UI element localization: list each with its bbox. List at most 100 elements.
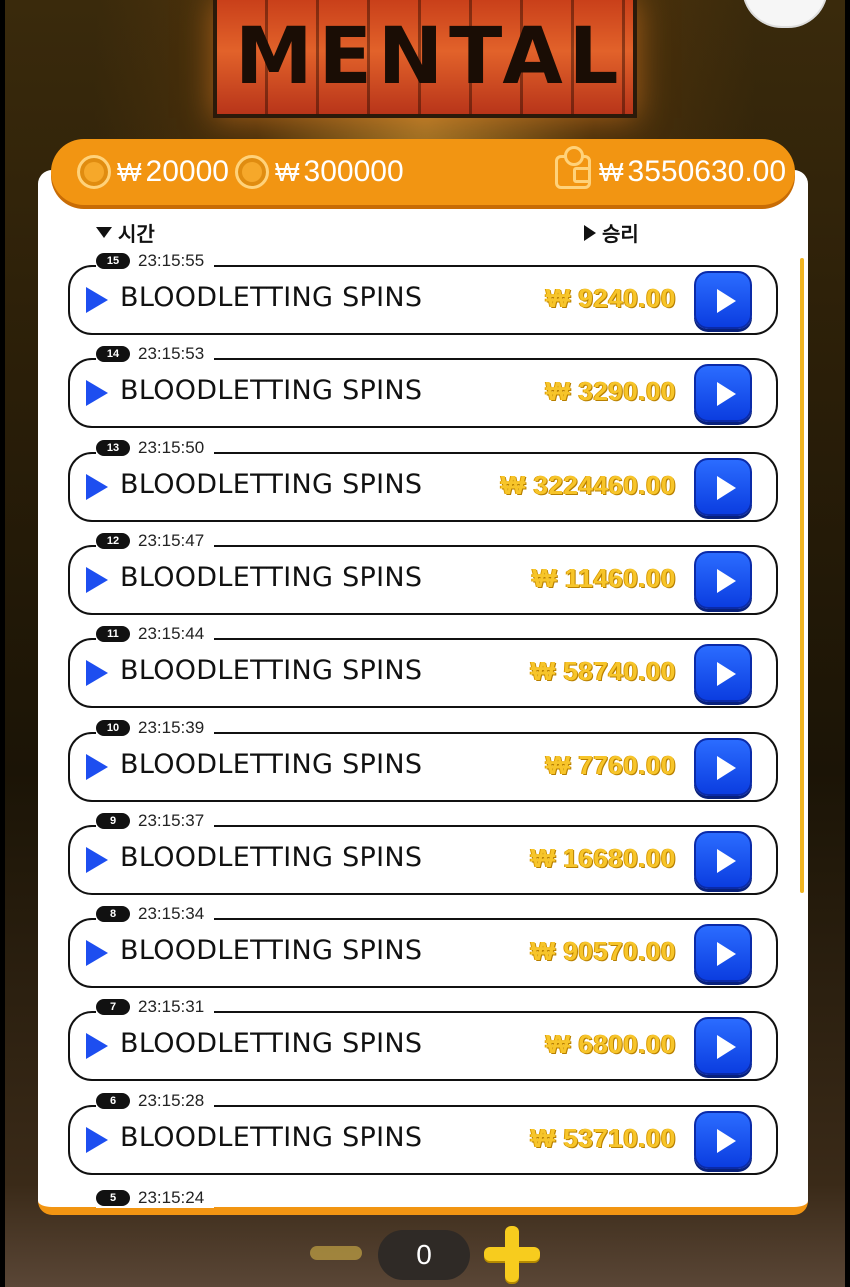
- spin-title: BLOODLETTING SPINS: [120, 562, 423, 593]
- coin-icon: [235, 155, 269, 189]
- wallet-icon: [555, 146, 591, 189]
- win-amount: ₩ 90570.00: [530, 936, 676, 966]
- play-triangle-icon: [86, 567, 108, 593]
- play-triangle-icon: [86, 474, 108, 500]
- history-row[interactable]: 8 23:15:34 BLOODLETTING SPINS ₩ 90570.00: [68, 904, 778, 988]
- row-meta: 12 23:15:47: [96, 531, 215, 551]
- spin-title: BLOODLETTING SPINS: [120, 469, 423, 500]
- right-border: [845, 0, 850, 1287]
- spin-time: 23:15:31: [138, 997, 205, 1016]
- replay-button[interactable]: [694, 364, 752, 422]
- increase-button[interactable]: [484, 1226, 540, 1282]
- play-triangle-icon: [86, 1127, 108, 1153]
- sort-down-icon: [96, 227, 112, 238]
- row-meta: 8 23:15:34: [96, 904, 215, 924]
- win-amount: ₩ 11460.00: [532, 563, 676, 593]
- spin-number-badge: 11: [96, 626, 130, 642]
- row-meta: 13 23:15:50: [96, 438, 215, 458]
- spin-number-badge: 9: [96, 813, 130, 829]
- spin-number-badge: 14: [96, 346, 130, 362]
- win-column-label: 승리: [602, 224, 639, 246]
- replay-button[interactable]: [694, 1017, 752, 1075]
- play-triangle-icon: [86, 940, 108, 966]
- spin-title: BLOODLETTING SPINS: [120, 935, 423, 966]
- history-row[interactable]: 10 23:15:39 BLOODLETTING SPINS ₩ 7760.00: [68, 718, 778, 802]
- scrollbar[interactable]: [800, 258, 804, 893]
- spin-title: BLOODLETTING SPINS: [120, 842, 423, 873]
- decrease-button[interactable]: [310, 1246, 362, 1260]
- spin-title: BLOODLETTING SPINS: [120, 375, 423, 406]
- spin-time: 23:15:34: [138, 904, 205, 923]
- coin-balance-1: ₩ 20000: [77, 139, 229, 205]
- history-row[interactable]: 14 23:15:53 BLOODLETTING SPINS ₩ 3290.00: [68, 344, 778, 428]
- replay-button[interactable]: [694, 644, 752, 702]
- history-row[interactable]: 15 23:15:55 BLOODLETTING SPINS ₩ 9240.00: [68, 251, 778, 335]
- spin-title: BLOODLETTING SPINS: [120, 749, 423, 780]
- time-column-header[interactable]: 시간: [96, 218, 155, 247]
- logo-text: MENTAL: [235, 12, 625, 102]
- win-amount: ₩ 58740.00: [530, 656, 676, 686]
- win-amount: ₩ 3290.00: [545, 376, 676, 406]
- play-triangle-icon: [86, 1033, 108, 1059]
- win-amount: ₩ 3224460.00: [500, 470, 676, 500]
- spin-number-badge: 13: [96, 440, 130, 456]
- coin-icon: [77, 155, 111, 189]
- game-logo: MENTAL: [213, 0, 637, 118]
- spin-time: 23:15:47: [138, 531, 205, 550]
- replay-button[interactable]: [694, 1111, 752, 1169]
- win-amount: ₩ 16680.00: [530, 843, 676, 873]
- history-row[interactable]: 6 23:15:28 BLOODLETTING SPINS ₩ 53710.00: [68, 1091, 778, 1175]
- replay-button[interactable]: [694, 551, 752, 609]
- win-amount: ₩ 6800.00: [545, 1029, 676, 1059]
- spin-number-badge: 8: [96, 906, 130, 922]
- currency-symbol: ₩: [117, 156, 142, 187]
- history-row[interactable]: 7 23:15:31 BLOODLETTING SPINS ₩ 6800.00: [68, 997, 778, 1081]
- coin-balance-2: ₩ 300000: [235, 139, 404, 205]
- spin-time: 23:15:53: [138, 344, 205, 363]
- win-amount: ₩ 7760.00: [545, 750, 676, 780]
- row-meta: 14 23:15:53: [96, 344, 215, 364]
- row-meta: 11 23:15:44: [96, 624, 215, 644]
- spin-number-badge: 5: [96, 1190, 130, 1206]
- spin-time: 23:15:28: [138, 1091, 205, 1110]
- row-meta: 5 23:15:24: [96, 1188, 215, 1208]
- play-triangle-icon: [86, 287, 108, 313]
- spin-time: 23:15:24: [138, 1188, 205, 1207]
- win-amount: ₩ 9240.00: [545, 283, 676, 313]
- play-triangle-icon: [86, 660, 108, 686]
- play-triangle-icon: [86, 847, 108, 873]
- history-row[interactable]: 12 23:15:47 BLOODLETTING SPINS ₩ 11460.0…: [68, 531, 778, 615]
- spin-time: 23:15:50: [138, 438, 205, 457]
- spin-time: 23:15:55: [138, 251, 205, 270]
- bet-counter: 0: [378, 1230, 470, 1280]
- win-column-header[interactable]: 승리: [584, 218, 639, 247]
- replay-button[interactable]: [694, 924, 752, 982]
- play-triangle-icon: [86, 754, 108, 780]
- spin-time: 23:15:44: [138, 624, 205, 643]
- replay-button[interactable]: [694, 271, 752, 329]
- row-meta: 9 23:15:37: [96, 811, 215, 831]
- row-meta: 6 23:15:28: [96, 1091, 215, 1111]
- history-row[interactable]: 11 23:15:44 BLOODLETTING SPINS ₩ 58740.0…: [68, 624, 778, 708]
- spin-title: BLOODLETTING SPINS: [120, 1028, 423, 1059]
- history-row[interactable]: 9 23:15:37 BLOODLETTING SPINS ₩ 16680.00: [68, 811, 778, 895]
- replay-button[interactable]: [694, 738, 752, 796]
- sort-right-icon: [584, 224, 596, 241]
- replay-button[interactable]: [694, 831, 752, 889]
- spin-title: BLOODLETTING SPINS: [120, 282, 423, 313]
- spin-title: BLOODLETTING SPINS: [120, 1122, 423, 1153]
- coin-balance-1-value: 20000: [145, 155, 229, 188]
- coin-balance-2-value: 300000: [303, 155, 404, 188]
- spin-title: BLOODLETTING SPINS: [120, 655, 423, 686]
- replay-button[interactable]: [694, 458, 752, 516]
- history-row[interactable]: 13 23:15:50 BLOODLETTING SPINS ₩ 3224460…: [68, 438, 778, 522]
- balance-bar: ₩ 20000 ₩ 300000 ₩ 3550630.00: [51, 139, 795, 205]
- time-column-label: 시간: [118, 224, 155, 246]
- spin-number-badge: 12: [96, 533, 130, 549]
- currency-symbol: ₩: [275, 156, 300, 187]
- wallet-balance: ₩ 3550630.00: [555, 139, 786, 205]
- win-amount: ₩ 53710.00: [530, 1123, 676, 1153]
- spin-number-badge: 10: [96, 720, 130, 736]
- spin-time: 23:15:37: [138, 811, 205, 830]
- spin-number-badge: 15: [96, 253, 130, 269]
